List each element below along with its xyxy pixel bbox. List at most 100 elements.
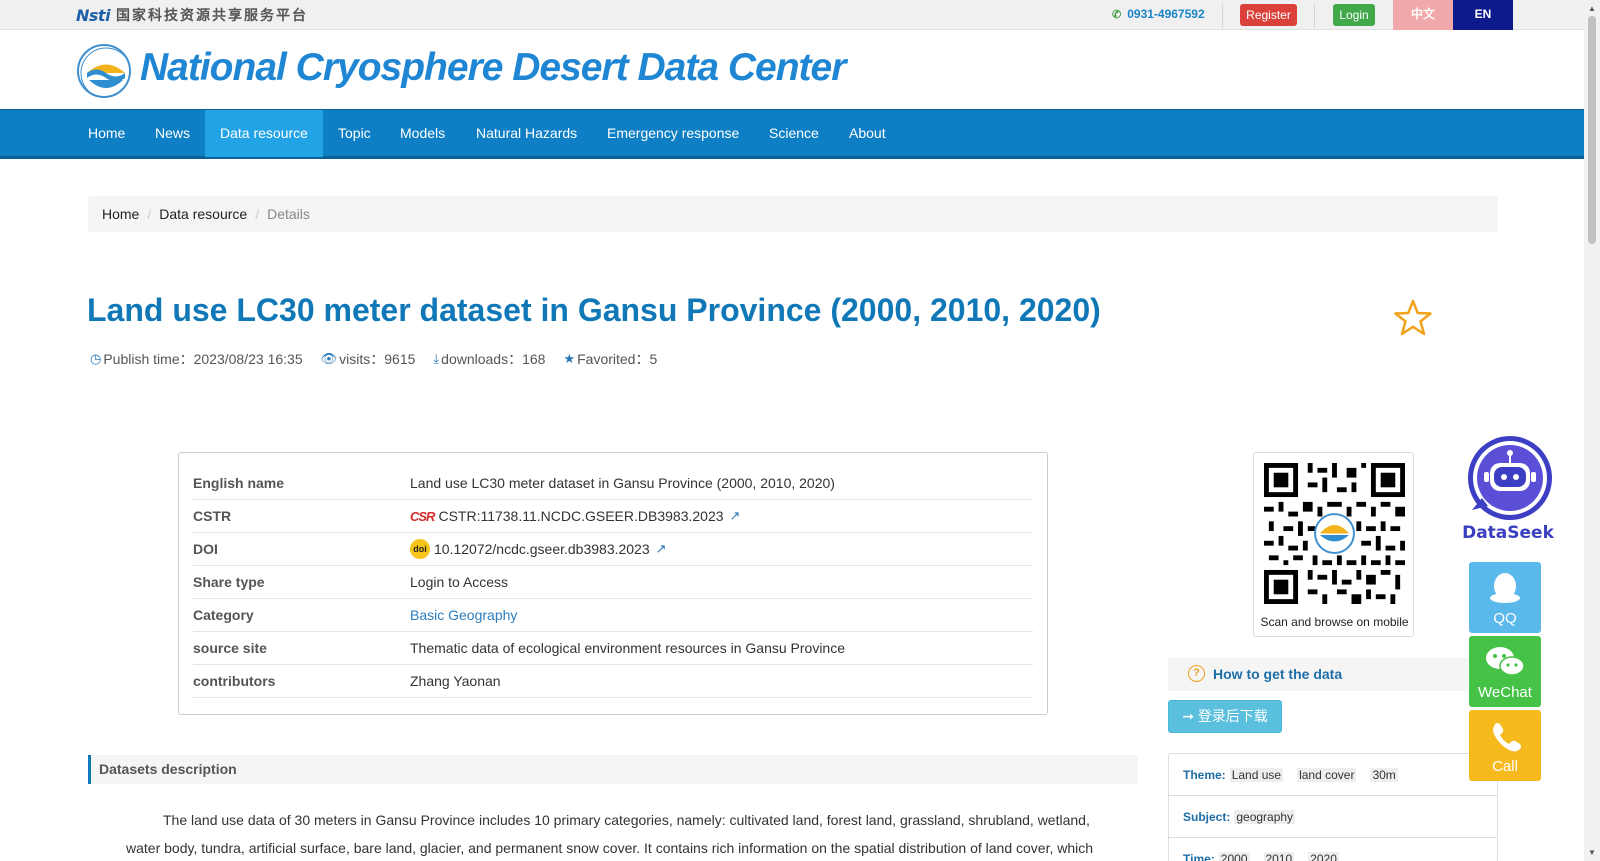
- time-tag[interactable]: 2000: [1218, 852, 1250, 861]
- subject-tag[interactable]: geography: [1234, 809, 1296, 824]
- breadcrumb-separator: /: [147, 206, 152, 222]
- qr-code-icon: [1264, 463, 1405, 604]
- info-value: CSR CSTR:11738.11.NCDC.GSEER.DB3983.2023…: [410, 508, 740, 524]
- theme-tag[interactable]: 30m: [1370, 767, 1398, 782]
- sign-in-icon: ➞: [1182, 708, 1194, 724]
- qr-caption: Scan and browse on mobile: [1260, 615, 1409, 629]
- nav-home[interactable]: Home: [75, 110, 138, 157]
- site-title[interactable]: National Cryosphere Desert Data Center: [140, 46, 846, 90]
- info-key: Category: [193, 607, 254, 623]
- phone-icon: ✆: [1112, 9, 1122, 21]
- external-link-icon[interactable]: ↗: [656, 541, 667, 557]
- info-value: Thematic data of ecological environment …: [410, 640, 845, 656]
- info-key: contributors: [193, 673, 276, 689]
- call-label: Call: [1492, 758, 1518, 775]
- publish-time-label: Publish time：: [103, 351, 194, 367]
- visits-label: visits：: [339, 351, 385, 367]
- info-value: Zhang Yaonan: [410, 673, 501, 689]
- external-link-icon[interactable]: ↗: [730, 508, 741, 524]
- platform-name: 国家科技资源共享服务平台: [116, 7, 309, 23]
- time-tag[interactable]: 2020: [1308, 852, 1339, 861]
- info-value: Land use LC30 meter dataset in Gansu Pro…: [410, 475, 835, 491]
- dataset-meta: ◷ Publish time： 2023/08/23 16:35 👁 visits…: [90, 349, 675, 369]
- info-key: CSTR: [193, 508, 232, 524]
- top-utility-bar: Nsti 国家科技资源共享服务平台 ✆ 0931-4967592 Register…: [0, 0, 1584, 30]
- cstr-value: CSTR:11738.11.NCDC.GSEER.DB3983.2023: [438, 508, 724, 524]
- question-icon: ?: [1188, 665, 1205, 682]
- scroll-thumb[interactable]: [1588, 16, 1596, 244]
- how-to-get-data[interactable]: ? How to get the data: [1168, 658, 1468, 691]
- login-to-download-button[interactable]: ➞ 登录后下载: [1168, 700, 1282, 733]
- time-tag[interactable]: 2010: [1263, 852, 1295, 861]
- visits: 👁 visits： 9615: [321, 349, 416, 369]
- download-button-label: 登录后下载: [1197, 708, 1268, 724]
- language-chinese[interactable]: 中文: [1393, 0, 1453, 30]
- info-row-source-site: source site Thematic data of ecological …: [193, 632, 1033, 665]
- page-scrollbar[interactable]: ▲ ▼: [1584, 0, 1600, 861]
- language-english[interactable]: EN: [1453, 0, 1513, 30]
- subject-label: Subject:: [1183, 809, 1231, 824]
- cstr-logo-icon: CSR: [410, 508, 435, 524]
- login-button[interactable]: Login: [1333, 4, 1375, 26]
- qq-contact-button[interactable]: QQ: [1469, 562, 1541, 633]
- subject-row: Subject: geography: [1169, 796, 1497, 838]
- phone-contact: ✆ 0931-4967592: [1112, 7, 1205, 21]
- platform-brand[interactable]: Nsti 国家科技资源共享服务平台: [76, 4, 308, 26]
- wechat-label: WeChat: [1478, 684, 1532, 701]
- nav-models[interactable]: Models: [385, 110, 460, 157]
- call-contact-button[interactable]: Call: [1469, 710, 1541, 781]
- theme-tag[interactable]: land cover: [1297, 767, 1357, 782]
- register-button[interactable]: Register: [1240, 4, 1297, 26]
- download-icon: ⤓: [433, 351, 440, 366]
- scroll-down-icon[interactable]: ▼: [1588, 848, 1596, 857]
- favorited-label: Favorited：: [577, 351, 650, 367]
- how-to-get-data-label: How to get the data: [1213, 666, 1343, 682]
- visits-value: 9615: [384, 351, 416, 367]
- doi-value: 10.12072/ncdc.gseer.db3983.2023: [434, 541, 650, 557]
- info-key: Share type: [193, 574, 265, 590]
- category-link[interactable]: Basic Geography: [410, 607, 517, 623]
- nav-news[interactable]: News: [141, 110, 204, 157]
- info-row-english-name: English name Land use LC30 meter dataset…: [193, 467, 1033, 500]
- dataseek-label: DataSeek: [1462, 523, 1554, 543]
- time-label: Time:: [1183, 852, 1215, 861]
- info-key: DOI: [193, 541, 218, 557]
- breadcrumb-data-resource[interactable]: Data resource: [159, 206, 247, 222]
- page-title: Land use LC30 meter dataset in Gansu Pro…: [87, 292, 1101, 328]
- theme-tag[interactable]: Land use: [1229, 767, 1284, 782]
- breadcrumb: Home / Data resource / Details: [88, 196, 1498, 232]
- breadcrumb-home[interactable]: Home: [102, 206, 139, 222]
- favorited: ★ Favorited： 5: [563, 349, 657, 369]
- wechat-icon: [1486, 647, 1525, 676]
- info-value: doi 10.12072/ncdc.gseer.db3983.2023 ↗: [410, 539, 667, 559]
- info-row-contributors: contributors Zhang Yaonan: [193, 665, 1033, 698]
- scroll-up-icon[interactable]: ▲: [1588, 4, 1596, 13]
- description-heading: Datasets description: [88, 755, 1138, 784]
- nav-data-resource[interactable]: Data resource: [205, 110, 323, 157]
- wechat-contact-button[interactable]: WeChat: [1469, 636, 1541, 707]
- downloads-value: 168: [522, 351, 546, 367]
- description-text: The land use data of 30 meters in Gansu …: [126, 812, 1094, 856]
- doi-logo-icon: doi: [410, 539, 430, 559]
- nav-science[interactable]: Science: [754, 110, 834, 157]
- platform-logo: Nsti: [76, 5, 111, 25]
- phone-icon: [1493, 723, 1521, 752]
- info-value: Login to Access: [410, 574, 509, 590]
- publish-time-value: 2023/08/23 16:35: [193, 351, 303, 367]
- robot-icon: [1468, 436, 1552, 520]
- favorite-star-icon[interactable]: [1393, 298, 1433, 338]
- dataseek-assistant[interactable]: DataSeek: [1460, 432, 1556, 544]
- site-header: National Cryosphere Desert Data Center: [0, 31, 1584, 109]
- divider: [1222, 4, 1223, 28]
- favorited-value: 5: [649, 351, 658, 367]
- nav-natural-hazards[interactable]: Natural Hazards: [461, 110, 592, 157]
- nav-topic[interactable]: Topic: [323, 110, 386, 157]
- downloads-label: downloads：: [441, 351, 523, 367]
- nav-emergency-response[interactable]: Emergency response: [592, 110, 754, 157]
- dataset-info-table: English name Land use LC30 meter dataset…: [178, 452, 1048, 715]
- time-row: Time: 2000 2010 2020: [1169, 838, 1497, 861]
- info-key: source site: [193, 640, 267, 656]
- site-logo[interactable]: [77, 44, 131, 98]
- keywords-box: Theme: Land use land cover 30m Subject: …: [1168, 753, 1498, 861]
- nav-about[interactable]: About: [834, 110, 901, 157]
